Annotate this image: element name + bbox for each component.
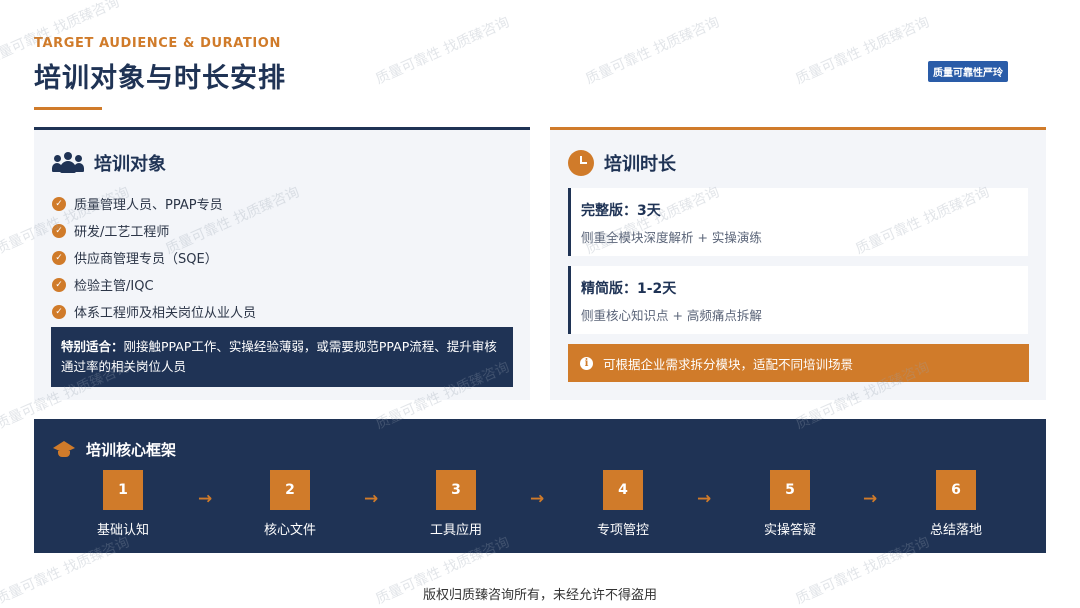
duration-card: 培训时长 完整版：3天 侧重全模块深度解析 + 实操演练 精简版：1-2天 侧重…: [550, 127, 1046, 400]
arrow-right-icon: →: [364, 489, 379, 509]
step-label: 基础认知: [96, 523, 149, 538]
list-item: ✓ 供应商管理专员（SQE）: [52, 244, 256, 271]
header: TARGET AUDIENCE & DURATION 培训对象与时长安排: [34, 36, 286, 110]
list-item-label: 研发/工艺工程师: [74, 225, 170, 240]
audience-title: 培训对象: [94, 154, 166, 175]
duration-card-header: 培训时长: [568, 150, 676, 176]
arrow-right-icon: →: [863, 489, 878, 509]
check-icon: ✓: [52, 196, 66, 211]
version-name: 完整版：3天: [581, 203, 661, 219]
title-underline: [34, 107, 102, 110]
audience-card: 培训对象 ✓ 质量管理人员、PPAP专员 ✓ 研发/工艺工程师 ✓ 供应商管理专员（S…: [34, 127, 530, 400]
version-desc: 侧重核心知识点 + 高频痛点拆解: [581, 308, 762, 323]
watermark-text: 质量可靠性 找质臻咨询: [583, 14, 722, 88]
framework-title: 培训核心框架: [86, 441, 177, 459]
list-item-label: 供应商管理专员（SQE）: [74, 252, 218, 267]
framework-step: 1 基础认知: [73, 470, 173, 538]
framework-step: 4 专项管控: [573, 470, 673, 538]
step-number: 6: [936, 470, 976, 510]
watermark-text: 质量可靠性 找质臻咨询: [373, 14, 512, 88]
list-item: ✓ 检验主管/IQC: [52, 271, 256, 298]
watermark-text: 质量可靠性 找质臻咨询: [793, 14, 932, 88]
step-label: 专项管控: [596, 523, 649, 538]
check-icon: ✓: [52, 304, 66, 319]
version-desc: 侧重全模块深度解析 + 实操演练: [581, 230, 762, 245]
check-icon: ✓: [52, 223, 66, 238]
people-icon: [52, 152, 84, 174]
arrow-right-icon: →: [198, 489, 213, 509]
brand-badge: 质量可靠性严玲: [928, 61, 1008, 82]
list-item-label: 体系工程师及相关岗位从业人员: [74, 306, 257, 321]
framework-step: 3 工具应用: [406, 470, 506, 538]
graduation-cap-icon: [52, 440, 76, 459]
step-label: 总结落地: [929, 523, 982, 538]
framework-header: 培训核心框架: [52, 439, 176, 460]
framework-panel: 培训核心框架 1 基础认知 → 2 核心文件 → 3 工具应用 → 4 专项管控…: [34, 419, 1046, 553]
step-number: 1: [103, 470, 143, 510]
version-lite: 精简版：1-2天 侧重核心知识点 + 高频痛点拆解: [568, 266, 1028, 334]
special-text: 刚接触PPAP工作、实操经验薄弱，或需要规范PPAP流程、提升审核通过率的相关岗…: [61, 339, 497, 374]
audience-card-header: 培训对象: [52, 150, 166, 176]
list-item: ✓ 研发/工艺工程师: [52, 217, 256, 244]
step-label: 实操答疑: [763, 523, 816, 538]
clock-icon: [568, 150, 594, 176]
special-note: 特别适合：刚接触PPAP工作、实操经验薄弱，或需要规范PPAP流程、提升审核通过…: [51, 327, 513, 387]
check-icon: ✓: [52, 250, 66, 265]
page-title: 培训对象与时长安排: [34, 63, 286, 94]
step-number: 5: [770, 470, 810, 510]
version-full: 完整版：3天 侧重全模块深度解析 + 实操演练: [568, 188, 1028, 256]
step-label: 核心文件: [263, 523, 316, 538]
arrow-right-icon: →: [697, 489, 712, 509]
list-item-label: 检验主管/IQC: [74, 279, 154, 294]
arrow-right-icon: →: [530, 489, 545, 509]
list-item: ✓ 质量管理人员、PPAP专员: [52, 190, 256, 217]
check-icon: ✓: [52, 277, 66, 292]
step-number: 2: [270, 470, 310, 510]
framework-step: 2 核心文件: [240, 470, 340, 538]
list-item-label: 质量管理人员、PPAP专员: [74, 198, 223, 213]
tip-banner: i 可根据企业需求拆分模块，适配不同培训场景: [568, 344, 1029, 382]
step-label: 工具应用: [429, 523, 482, 538]
tip-text: 可根据企业需求拆分模块，适配不同培训场景: [603, 356, 854, 372]
list-item: ✓ 体系工程师及相关岗位从业人员: [52, 298, 256, 325]
eyebrow-subtitle: TARGET AUDIENCE & DURATION: [34, 36, 281, 51]
copyright-footer: 版权归质臻咨询所有，未经允许不得盗用: [422, 588, 657, 603]
info-icon: i: [580, 356, 593, 370]
audience-list: ✓ 质量管理人员、PPAP专员 ✓ 研发/工艺工程师 ✓ 供应商管理专员（SQE） ✓…: [52, 190, 256, 325]
special-label: 特别适合：: [61, 339, 124, 354]
duration-title: 培训时长: [604, 154, 676, 175]
framework-step: 6 总结落地: [906, 470, 1006, 538]
framework-step: 5 实操答疑: [740, 470, 840, 538]
step-number: 4: [603, 470, 643, 510]
step-number: 3: [436, 470, 476, 510]
version-name: 精简版：1-2天: [581, 281, 677, 297]
